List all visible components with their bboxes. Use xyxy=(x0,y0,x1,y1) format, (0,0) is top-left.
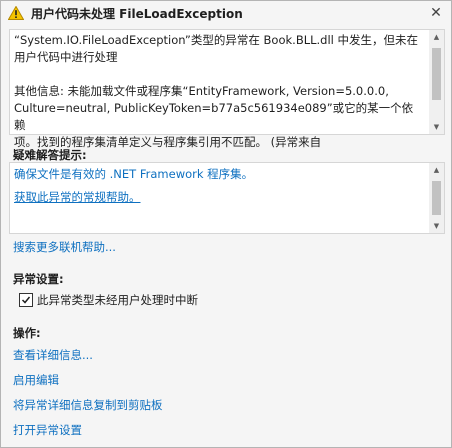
message-line: “System.IO.FileLoadException”类型的异常在 Book… xyxy=(14,33,419,47)
title-bar: 用户代码未处理 FileLoadException ✕ xyxy=(1,1,451,25)
message-line: 用户代码中进行处理 xyxy=(14,50,118,64)
exception-message: “System.IO.FileLoadException”类型的异常在 Book… xyxy=(14,32,422,151)
break-on-unhandled-label[interactable]: 此异常类型未经用户处理时中断 xyxy=(37,292,198,308)
message-line: Culture=neutral, PublicKeyToken=b77a5c56… xyxy=(14,101,414,132)
exception-message-box[interactable]: “System.IO.FileLoadException”类型的异常在 Book… xyxy=(9,29,445,149)
break-on-unhandled-checkbox[interactable] xyxy=(19,293,33,307)
tips-box: 确保文件是有效的 .NET Framework 程序集。 获取此异常的常规帮助。… xyxy=(9,162,445,234)
scroll-up-icon[interactable]: ▲ xyxy=(429,30,444,44)
tip-link-general-help[interactable]: 获取此异常的常规帮助。 xyxy=(14,189,141,205)
scroll-thumb[interactable] xyxy=(432,48,441,100)
checkmark-icon xyxy=(21,296,31,304)
search-online-help-link[interactable]: 搜索更多联机帮助... xyxy=(13,239,116,255)
view-details-link[interactable]: 查看详细信息... xyxy=(13,347,93,363)
close-icon[interactable]: ✕ xyxy=(427,4,445,22)
scroll-up-icon[interactable]: ▲ xyxy=(429,163,444,177)
message-scrollbar[interactable]: ▲ ▼ xyxy=(429,30,444,134)
exception-settings-heading: 异常设置: xyxy=(13,272,64,286)
copy-details-link[interactable]: 将异常详细信息复制到剪贴板 xyxy=(13,397,163,413)
enable-editing-link[interactable]: 启用编辑 xyxy=(13,372,59,388)
exception-dialog: 用户代码未处理 FileLoadException ✕ “System.IO.F… xyxy=(0,0,452,448)
tips-heading: 疑难解答提示: xyxy=(13,148,87,162)
dialog-title: 用户代码未处理 FileLoadException xyxy=(31,7,243,21)
actions-heading: 操作: xyxy=(13,326,41,340)
scroll-down-icon[interactable]: ▼ xyxy=(429,219,444,233)
scroll-thumb[interactable] xyxy=(432,181,441,215)
tips-scrollbar[interactable]: ▲ ▼ xyxy=(429,163,444,233)
open-exception-settings-link[interactable]: 打开异常设置 xyxy=(13,422,82,438)
warning-icon xyxy=(8,6,24,20)
tip-link-valid-assembly[interactable]: 确保文件是有效的 .NET Framework 程序集。 xyxy=(14,166,253,182)
scroll-down-icon[interactable]: ▼ xyxy=(429,120,444,134)
message-line: 其他信息: 未能加载文件或程序集“EntityFramework, Versio… xyxy=(14,84,389,98)
